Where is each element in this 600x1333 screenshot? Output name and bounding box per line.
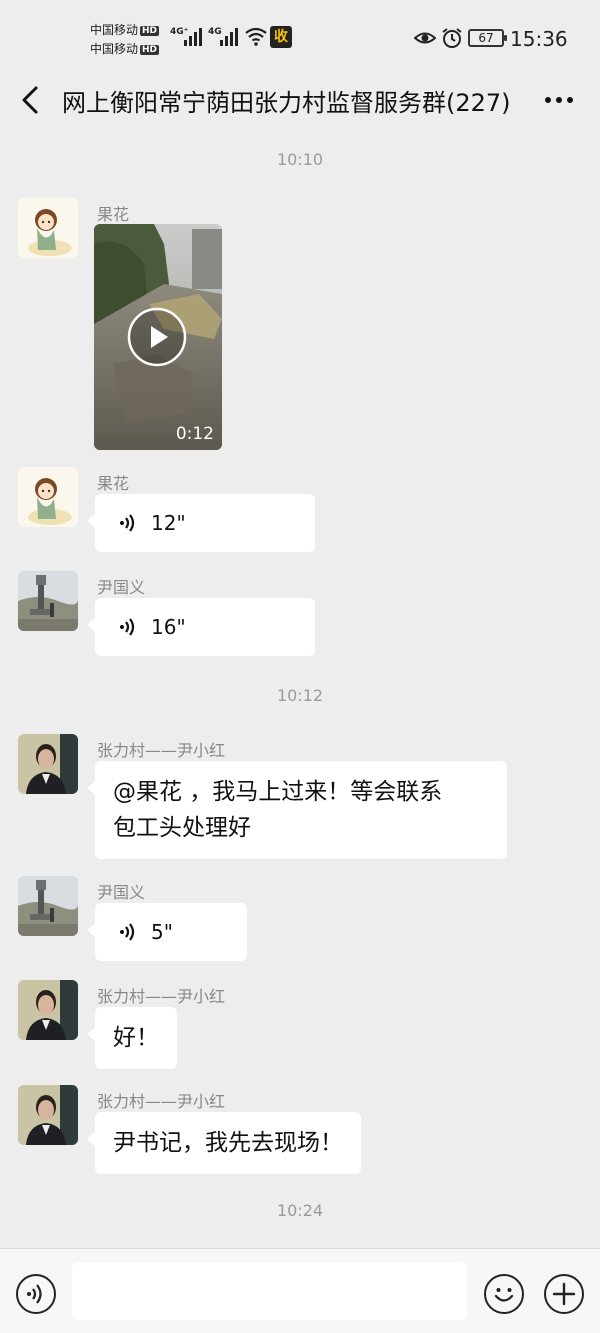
message-line: 包工头处理好 [113, 815, 251, 841]
avatar-yinxiaohong[interactable] [18, 734, 78, 794]
avatar-yinxiaohong[interactable] [18, 1085, 78, 1145]
text-message[interactable]: 尹书记，我先去现场！ [87, 1112, 361, 1174]
status-bar: 中国移动 HD 中国移动 HD 4G⁺ 4G 收 67 15:36 [0, 0, 600, 70]
video-message[interactable]: 0:12 [94, 224, 222, 450]
timestamp: 10:24 [276, 1201, 324, 1220]
group-title: 网上衡阳常宁荫田张力村监督服务群(227) [62, 89, 511, 117]
carrier-2: 中国移动 HD [90, 42, 160, 56]
wifi-icon [245, 27, 267, 46]
person-photo-avatar-icon [18, 1085, 78, 1145]
back-arrow-icon[interactable] [14, 80, 48, 120]
voice-message[interactable]: 16" [87, 598, 315, 656]
battery-indicator: 67 [468, 29, 507, 47]
eye-icon [414, 32, 436, 44]
timestamp: 10:12 [276, 686, 324, 705]
voice-message[interactable]: 12" [87, 494, 315, 552]
input-bar [0, 1248, 600, 1333]
avatar-yinxiaohong[interactable] [18, 980, 78, 1040]
play-icon[interactable] [127, 307, 187, 367]
signal-2-icon [220, 28, 238, 46]
cartoon-girl-avatar-icon [18, 467, 78, 527]
message-input[interactable] [72, 1262, 467, 1320]
video-duration: 0:12 [175, 424, 214, 444]
voice-input-button[interactable] [16, 1274, 56, 1314]
sender-name: 尹国义 [97, 578, 146, 597]
chat-header: 网上衡阳常宁荫田张力村监督服务群(227) [0, 70, 600, 130]
cartoon-girl-avatar-icon [18, 198, 78, 258]
sender-name: 果花 [97, 474, 130, 493]
message-line: @果花 ，我马上过来！等会联系 [113, 779, 443, 805]
voice-input-icon [27, 1284, 42, 1304]
text-message[interactable]: @果花 ，我马上过来！等会联系 包工头处理好 [87, 761, 507, 859]
carrier-1: 中国移动 HD [90, 23, 160, 37]
voice-duration: 12" [151, 511, 186, 535]
avatar-yinguoyi[interactable] [18, 876, 78, 936]
more-options-icon[interactable] [542, 88, 576, 112]
voice-duration: 5" [151, 920, 173, 944]
voice-wave-icon [120, 618, 135, 636]
text-message[interactable]: 好！ [87, 1007, 177, 1069]
sender-name: 果花 [97, 205, 130, 224]
timestamp: 10:10 [276, 150, 324, 169]
voice-wave-icon [120, 923, 135, 941]
alarm-icon [442, 28, 462, 48]
person-photo-avatar-icon [18, 734, 78, 794]
avatar-yinguoyi[interactable] [18, 571, 78, 631]
app-notification-badge: 收 [270, 26, 292, 48]
voice-duration: 16" [151, 615, 186, 639]
sender-name: 尹国义 [97, 883, 146, 902]
person-photo-avatar-icon [18, 980, 78, 1040]
sender-name: 张力村——尹小红 [97, 987, 226, 1006]
add-icon [552, 1282, 576, 1306]
status-time: 15:36 [510, 27, 568, 51]
statue-photo-avatar-icon [18, 876, 78, 936]
statue-photo-avatar-icon [18, 571, 78, 631]
add-button[interactable] [544, 1274, 584, 1314]
message-line: 好！ [113, 1025, 159, 1051]
emoji-button[interactable] [484, 1274, 524, 1314]
voice-wave-icon [120, 514, 135, 532]
message-line: 尹书记，我先去现场！ [113, 1130, 343, 1156]
avatar-guohua[interactable] [18, 198, 78, 258]
signal-1-icon [184, 28, 202, 46]
sender-name: 张力村——尹小红 [97, 1092, 226, 1111]
emoji-icon [494, 1288, 514, 1302]
sender-name: 张力村——尹小红 [97, 741, 226, 760]
avatar-guohua[interactable] [18, 467, 78, 527]
voice-message[interactable]: 5" [87, 903, 247, 961]
